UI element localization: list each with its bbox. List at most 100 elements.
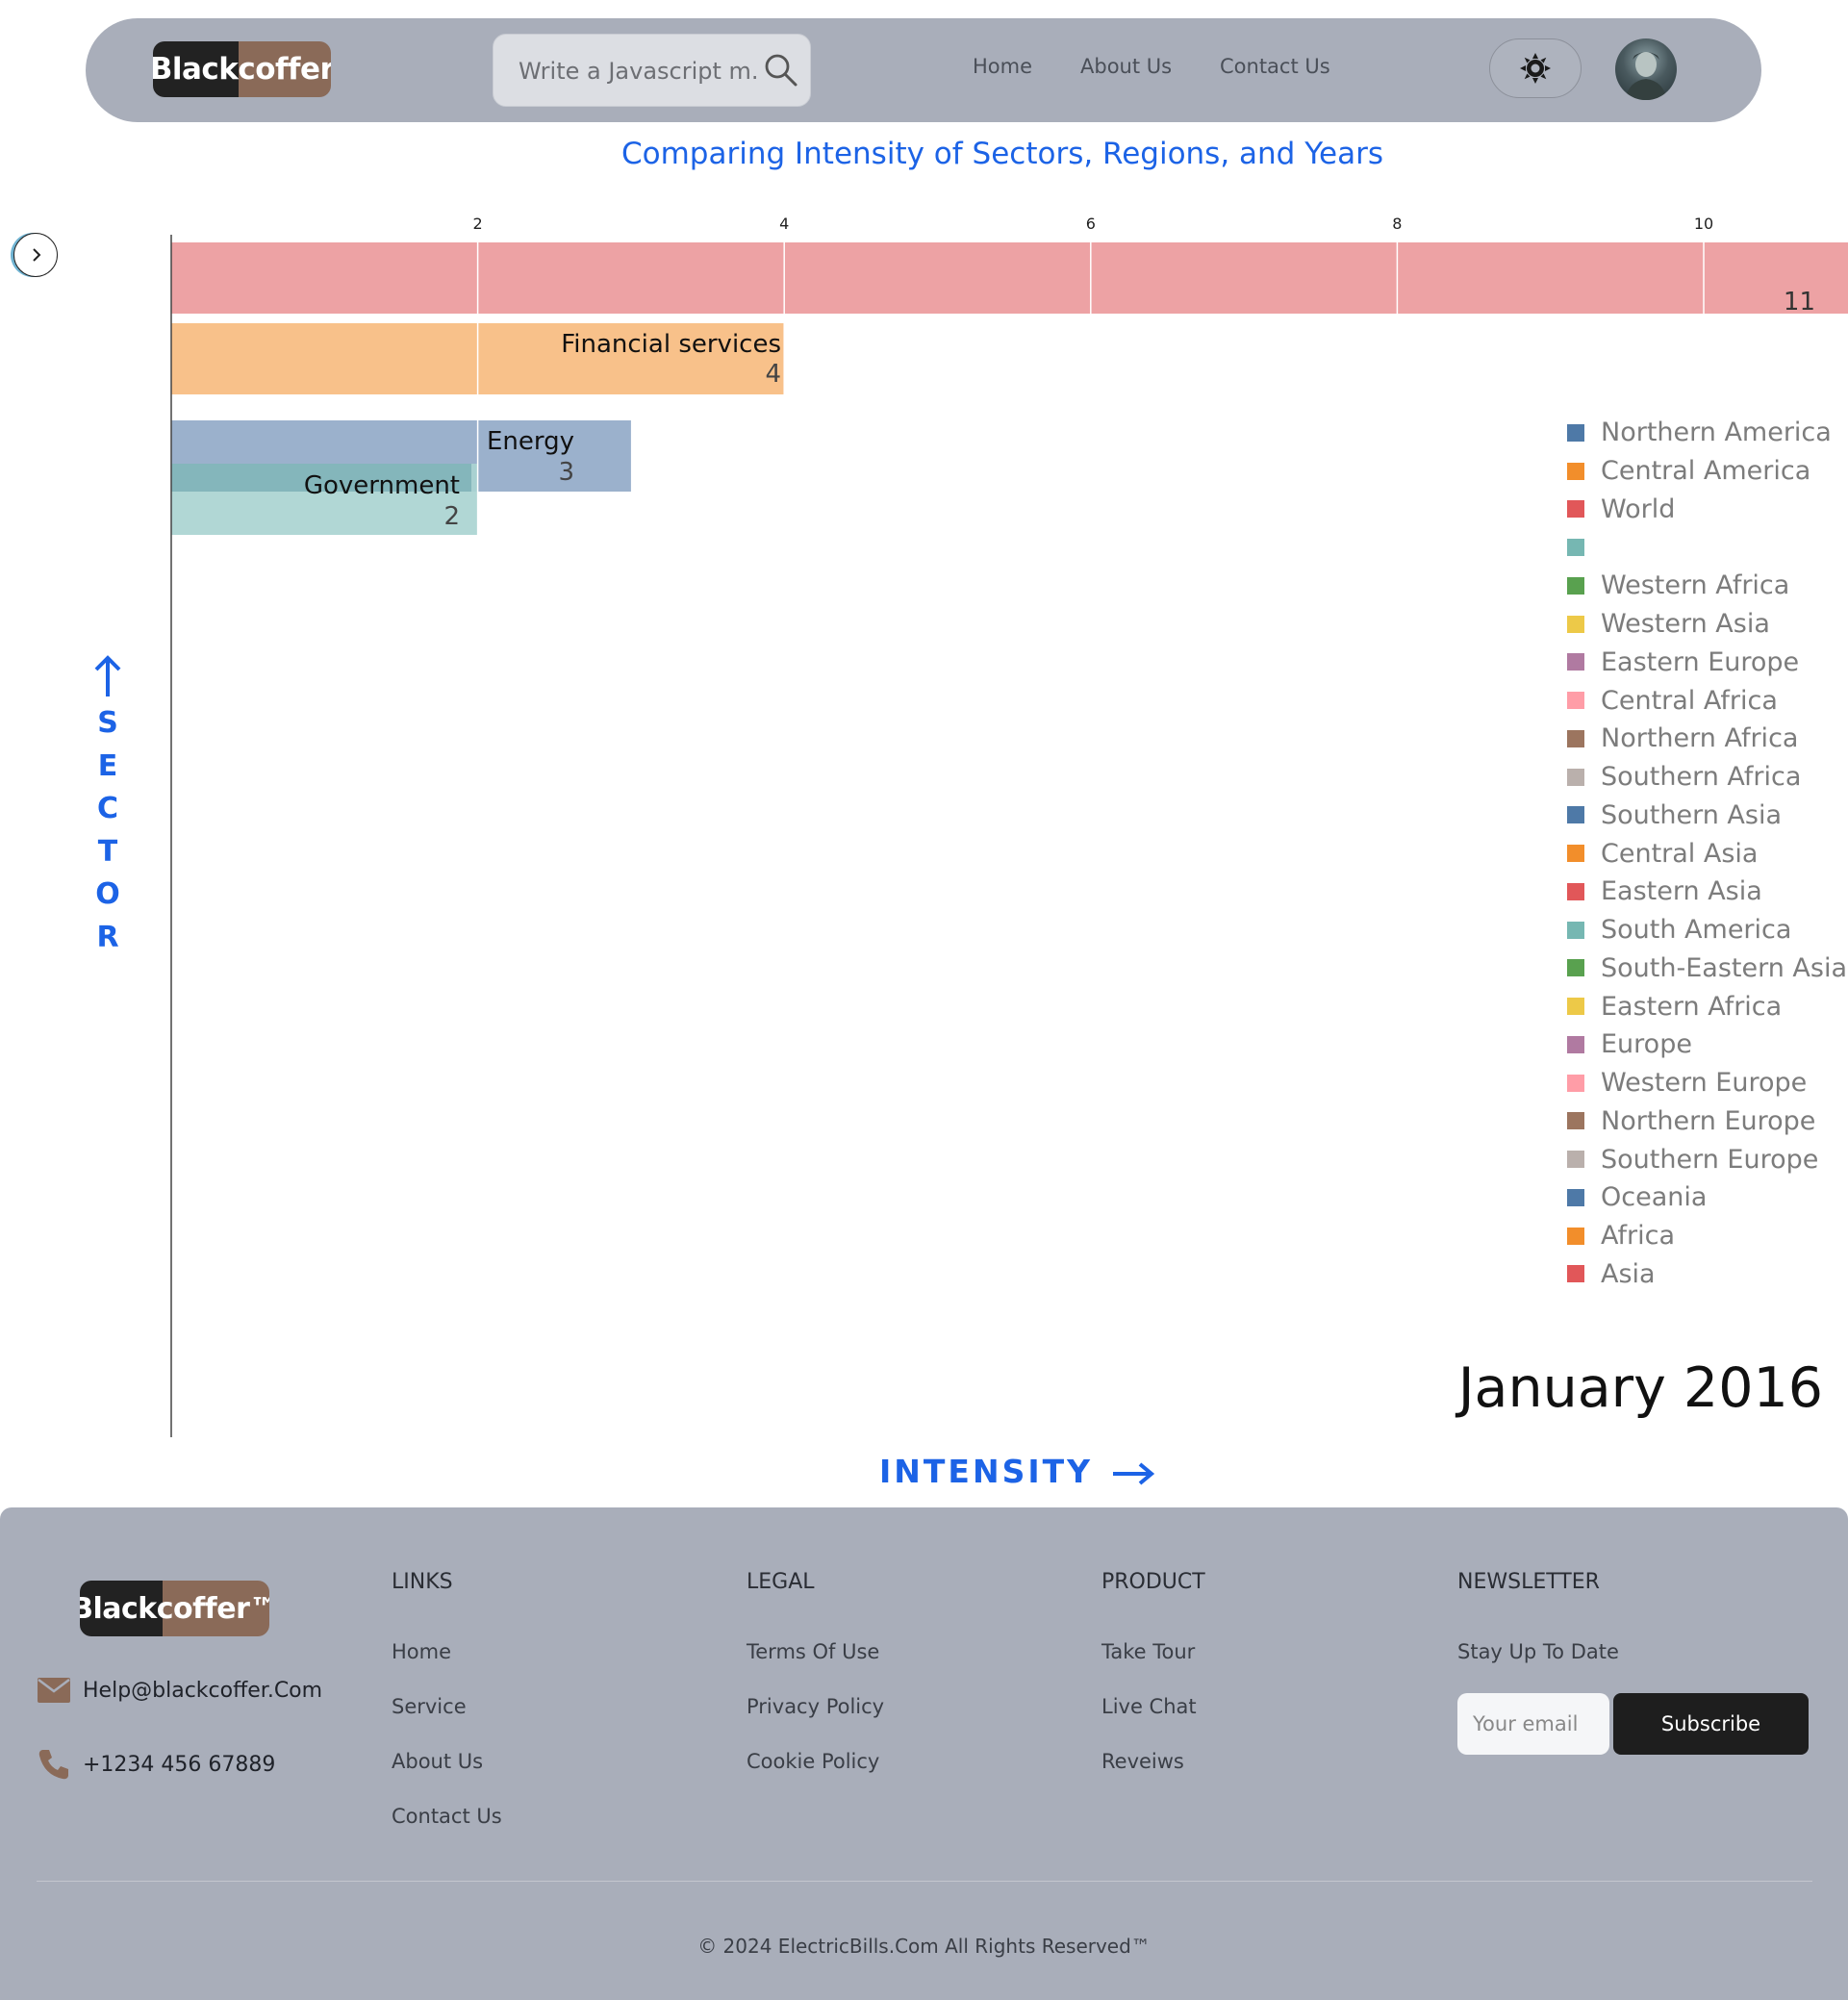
x-tick-label: 8: [1392, 215, 1402, 233]
legend-item: Africa: [1566, 1217, 1845, 1255]
legend-swatch: [1567, 1151, 1584, 1169]
legend-item: Southern Europe: [1566, 1140, 1845, 1178]
logo-text: Blackcoffer: [153, 52, 331, 87]
legend-swatch: [1567, 768, 1584, 786]
footer-link-privacy[interactable]: Privacy Policy: [747, 1695, 884, 1718]
legend-item: Eastern Africa: [1566, 987, 1845, 1025]
footer-link-cookie[interactable]: Cookie Policy: [747, 1750, 879, 1773]
brand-logo[interactable]: Blackcoffer: [153, 41, 331, 97]
legend-swatch: [1567, 1227, 1584, 1245]
footer-link-tour[interactable]: Take Tour: [1101, 1640, 1195, 1663]
legend-item: Northern Africa: [1566, 720, 1845, 758]
legend-item: Western Europe: [1566, 1064, 1845, 1102]
footer-product-heading: PRODUCT: [1101, 1570, 1205, 1594]
legend-swatch: [1567, 576, 1584, 595]
y-axis-letter: R: [96, 920, 119, 954]
footer-links-heading: LINKS: [392, 1570, 453, 1594]
legend-swatch: [1567, 1188, 1584, 1206]
legend-item: South America: [1566, 911, 1845, 949]
footer-legal-heading: LEGAL: [747, 1570, 815, 1594]
x-tick-label: 4: [779, 215, 789, 233]
legend-label: Central America: [1601, 456, 1811, 487]
copyright-text: © 2024 ElectricBills.Com All Rights Rese…: [697, 1935, 1151, 1958]
y-axis-letter: T: [97, 834, 118, 869]
period-label: January 2016: [1457, 1356, 1823, 1420]
legend-item: Northern America: [1566, 414, 1845, 452]
footer-links-column: LINKS Home Service About Us Contact Us: [392, 1570, 502, 1828]
footer-link-chat[interactable]: Live Chat: [1101, 1695, 1197, 1718]
x-tick-label: 10: [1694, 215, 1713, 233]
x-axis-title: INTENSITY: [879, 1453, 1155, 1490]
footer-link-home[interactable]: Home: [392, 1640, 451, 1663]
bar-name-label: Energy: [487, 427, 574, 456]
bar-value-label: 4: [765, 360, 781, 389]
legend-label: Southern Africa: [1601, 762, 1802, 793]
arrow-right-icon: [1112, 1461, 1154, 1485]
legend-label: Southern Europe: [1601, 1144, 1819, 1175]
y-axis-letter: O: [95, 877, 120, 911]
legend-swatch: [1567, 1074, 1584, 1092]
legend-swatch: [1567, 998, 1584, 1016]
footer-phone[interactable]: +1234 456 67889: [37, 1747, 275, 1782]
footer-link-about[interactable]: About Us: [392, 1750, 483, 1773]
legend-label: Eastern Africa: [1601, 991, 1783, 1022]
footer-legal-column: LEGAL Terms Of Use Privacy Policy Cookie…: [747, 1570, 884, 1773]
legend-item: Oceania: [1566, 1178, 1845, 1217]
chart-legend: Northern America Central America World West…: [1566, 414, 1847, 1293]
footer-link-contact[interactable]: Contact Us: [392, 1805, 502, 1828]
legend-item: South-Eastern Asia: [1566, 949, 1847, 988]
arrow-up-icon: [94, 655, 121, 696]
legend-label: Western Europe: [1601, 1068, 1808, 1099]
legend-swatch: [1567, 845, 1584, 863]
legend-label: Western Africa: [1601, 570, 1790, 601]
bar-value-label: 3: [558, 458, 574, 487]
phone-icon: [38, 1750, 68, 1780]
legend-swatch: [1567, 1035, 1584, 1053]
legend-swatch: [1567, 1265, 1584, 1283]
legend-item: Western Africa: [1566, 567, 1845, 605]
mail-icon: [38, 1678, 70, 1703]
legend-swatch: [1567, 729, 1584, 747]
newsletter-email-input[interactable]: [1457, 1693, 1609, 1755]
legend-label: Africa: [1601, 1221, 1676, 1252]
legend-item: Central Africa: [1566, 681, 1845, 720]
legend-label: World: [1601, 494, 1676, 524]
legend-item: Central America: [1566, 452, 1845, 491]
legend-item: Northern Europe: [1566, 1102, 1845, 1141]
footer-divider: [37, 1881, 1812, 1882]
subscribe-button[interactable]: Subscribe: [1613, 1693, 1809, 1755]
footer-link-terms[interactable]: Terms Of Use: [747, 1640, 879, 1663]
legend-swatch: [1567, 959, 1584, 977]
y-axis-label: SECTOR: [90, 702, 125, 959]
legend-item: [1566, 528, 1845, 567]
legend-label: Central Asia: [1601, 838, 1759, 869]
footer-link-service[interactable]: Service: [392, 1695, 467, 1718]
legend-label: Northern America: [1601, 418, 1832, 448]
legend-swatch: [1567, 882, 1584, 900]
legend-label: Northern Africa: [1601, 723, 1799, 754]
footer-logo-text: Blackcoffer™: [80, 1591, 269, 1626]
legend-swatch: [1567, 806, 1584, 824]
footer-email-text: Help@blackcoffer.Com: [83, 1678, 323, 1703]
y-axis-letter: S: [97, 706, 118, 740]
legend-label: South-Eastern Asia: [1601, 952, 1847, 983]
legend-swatch: [1567, 1112, 1584, 1130]
footer-link-reviews[interactable]: Reveiws: [1101, 1750, 1184, 1773]
y-axis-letter: C: [96, 792, 119, 825]
legend-label: Northern Europe: [1601, 1105, 1816, 1136]
legend-label: Eastern Europe: [1601, 646, 1800, 677]
footer-email[interactable]: Help@blackcoffer.Com: [37, 1677, 322, 1704]
legend-swatch: [1567, 539, 1584, 557]
legend-swatch: [1567, 692, 1584, 710]
legend-item: Eastern Asia: [1566, 873, 1845, 911]
footer-logo[interactable]: Blackcoffer™: [80, 1581, 269, 1636]
legend-swatch: [1567, 423, 1584, 442]
bar-name-label: Government: [304, 471, 460, 500]
y-axis-letter: E: [97, 748, 118, 783]
legend-label: Southern Asia: [1601, 799, 1782, 830]
legend-label: Central Africa: [1601, 685, 1778, 716]
x-axis-label: INTENSITY: [879, 1453, 1094, 1490]
legend-item: World: [1566, 491, 1845, 529]
legend-label: Oceania: [1601, 1182, 1708, 1213]
x-tick-label: 2: [473, 215, 483, 233]
